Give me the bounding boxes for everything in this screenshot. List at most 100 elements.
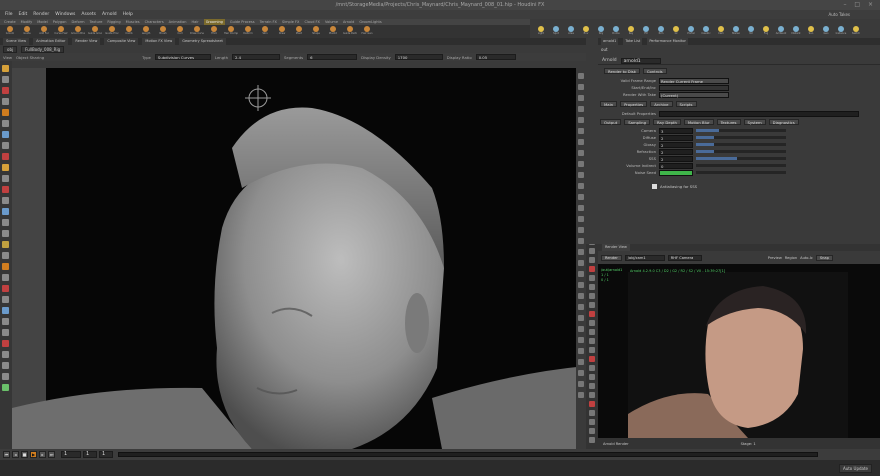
shelf-tool-7[interactable]: Comb [122,26,136,37]
sample-slider[interactable] [696,129,786,132]
main-tab-2[interactable]: Archive [650,101,673,107]
sample-slider[interactable] [696,136,786,139]
display-option-icon-8[interactable] [578,161,584,167]
renderer-field[interactable]: RHF Camera [667,254,702,261]
right-tab-2[interactable]: Performance Monitor [647,38,688,45]
stop-button[interactable]: ■ [21,451,28,458]
shelf-tool-20[interactable]: Guide Deform [343,26,357,37]
light-tool-17[interactable]: Distant [789,26,803,37]
tool-icon-23[interactable] [2,318,9,325]
side-icon-28[interactable] [589,293,595,299]
light-tool-5[interactable]: Dome [609,26,623,37]
display-option-icon-7[interactable] [578,150,584,156]
display-option-icon-22[interactable] [578,315,584,321]
shelf-tool-5[interactable]: Guide Groom [88,26,102,37]
display-option-icon-20[interactable] [578,293,584,299]
tool-icon-10[interactable] [2,175,9,182]
timeline-track[interactable] [118,452,818,457]
light-tool-18[interactable]: Sun [804,26,818,37]
side-icon-36[interactable] [589,365,595,371]
menu-item-5[interactable]: Arnold [102,10,117,19]
display-option-icon-11[interactable] [578,194,584,200]
density-field[interactable]: 1700 [394,54,443,60]
sample-slider[interactable] [696,171,786,174]
light-tool-12[interactable]: Cam [714,26,728,37]
param-field[interactable]: Render Current Frame [659,77,729,84]
shelf-tool-1[interactable]: Guide [20,26,34,37]
light-tool-6[interactable]: Key [624,26,638,37]
shelf-tool-14[interactable]: Deform [241,26,255,37]
tool-icon-21[interactable] [2,296,9,303]
tool-icon-9[interactable] [2,164,9,171]
shelf-tool-4[interactable]: Groom Brush [71,26,85,37]
path-node[interactable]: FullBody_008_Rig [21,45,65,53]
default-properties-field[interactable] [659,110,859,117]
tool-icon-20[interactable] [2,285,9,292]
sample-slider[interactable] [696,150,786,153]
light-tool-13[interactable]: Stereo [729,26,743,37]
main-tab-1[interactable]: Properties [620,101,648,107]
display-option-icon-29[interactable] [578,392,584,398]
light-tool-15[interactable]: Fog [759,26,773,37]
shelf-tool-8[interactable]: Length [139,26,153,37]
menu-item-6[interactable]: Help [123,10,133,19]
display-option-icon-27[interactable] [578,370,584,376]
render-button-1[interactable]: Controls [642,68,667,74]
side-icon-26[interactable] [589,275,595,281]
tool-icon-27[interactable] [2,362,9,369]
shelf-tool-15[interactable]: Skin [258,26,272,37]
display-option-icon-9[interactable] [578,172,584,178]
sub-tab-5[interactable]: System [743,119,766,125]
auto-update-button[interactable]: Auto Update [838,464,872,473]
sample-field[interactable]: 3 [659,127,693,134]
pane-tab-3[interactable]: Composite View [104,38,139,45]
display-option-icon-14[interactable] [578,227,584,233]
sample-field[interactable]: 2 [659,148,693,155]
pane-tab-1[interactable]: Animation Editor [33,38,69,45]
render-image[interactable] [598,264,880,438]
pane-tab-0[interactable]: Scene View [3,38,30,45]
tool-icon-16[interactable] [2,241,9,248]
tool-icon-2[interactable] [2,87,9,94]
shelf-tool-3[interactable]: Curve Hair [54,26,68,37]
render-button-0[interactable]: Render to Disk [604,68,640,74]
param-field[interactable]: (Current) [659,91,729,98]
side-icon-38[interactable] [589,383,595,389]
tool-icon-29[interactable] [2,384,9,391]
display-option-icon-10[interactable] [578,183,584,189]
shelf-tool-0[interactable]: Groom [3,26,17,37]
menu-item-0[interactable]: File [5,10,13,19]
autoic-check[interactable]: Auto-Ic [800,256,813,260]
light-tool-20[interactable]: Instance [834,26,848,37]
preview-check[interactable]: Preview [768,256,782,260]
light-tool-19[interactable]: Geo [819,26,833,37]
tool-icon-17[interactable] [2,252,9,259]
end-frame[interactable]: 1 [99,451,113,458]
right-tab-0[interactable]: arnold1 [601,38,619,45]
sub-tab-1[interactable]: Sampling [624,119,650,125]
side-icon-37[interactable] [589,374,595,380]
sub-tab-0[interactable]: Output [600,119,622,125]
shelf-tool-13[interactable]: Hair Clump [224,26,238,37]
side-icon-35[interactable] [589,356,595,362]
display-option-icon-28[interactable] [578,381,584,387]
tool-icon-28[interactable] [2,373,9,380]
shelf-tool-6[interactable]: Guide Proc [105,26,119,37]
next-key-button[interactable]: ▸ [39,451,46,458]
sample-field[interactable]: 0 [659,162,693,169]
tool-icon-24[interactable] [2,329,9,336]
light-tool-3[interactable]: Env [579,26,593,37]
tool-icon-11[interactable] [2,186,9,193]
side-icon-30[interactable] [589,311,595,317]
tool-icon-12[interactable] [2,197,9,204]
display-option-icon-16[interactable] [578,249,584,255]
side-icon-24[interactable] [589,257,595,263]
display-option-icon-25[interactable] [578,348,584,354]
sample-field[interactable]: 2 [659,134,693,141]
sample-slider[interactable] [696,157,786,160]
side-icon-42[interactable] [589,419,595,425]
right-tab-1[interactable]: Take List [623,38,643,45]
light-tool-4[interactable]: Sky [594,26,608,37]
light-tool-16[interactable]: Ambient [774,26,788,37]
segments-field[interactable]: 6 [307,54,358,60]
